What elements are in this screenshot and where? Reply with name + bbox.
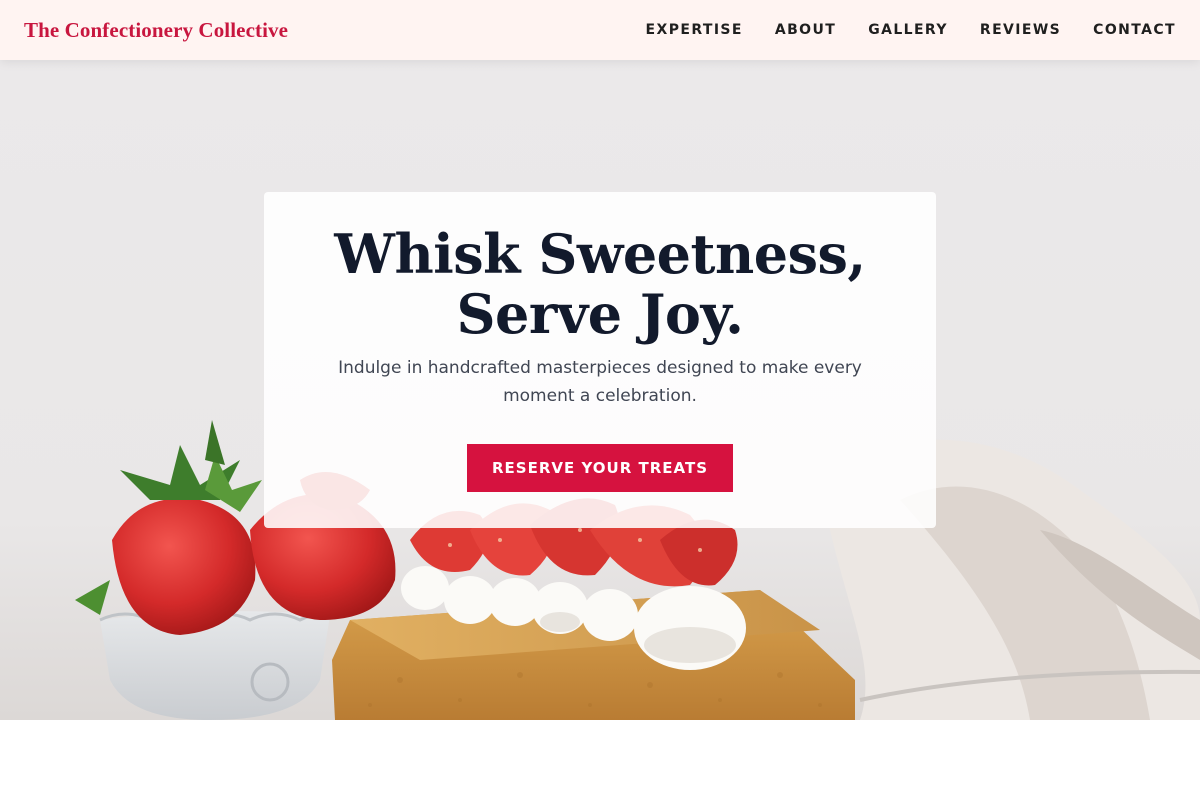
nav-link-reviews[interactable]: REVIEWS [980, 22, 1061, 38]
brand-logo[interactable]: The Confectionery Collective [24, 18, 288, 43]
nav-link-contact[interactable]: CONTACT [1093, 22, 1176, 38]
nav-link-expertise[interactable]: EXPERTISE [646, 22, 743, 38]
main-nav: EXPERTISE ABOUT GALLERY REVIEWS CONTACT [614, 22, 1176, 38]
hero-card: Whisk Sweetness, Serve Joy. Indulge in h… [264, 192, 936, 528]
nav-link-gallery[interactable]: GALLERY [868, 22, 948, 38]
hero-section: Whisk Sweetness, Serve Joy. Indulge in h… [0, 60, 1200, 720]
reserve-treats-button[interactable]: RESERVE YOUR TREATS [467, 444, 733, 492]
nav-link-about[interactable]: ABOUT [775, 22, 836, 38]
hero-title: Whisk Sweetness, Serve Joy. [334, 222, 866, 346]
site-header: The Confectionery Collective EXPERTISE A… [0, 0, 1200, 60]
hero-subtitle: Indulge in handcrafted masterpieces desi… [338, 358, 862, 406]
